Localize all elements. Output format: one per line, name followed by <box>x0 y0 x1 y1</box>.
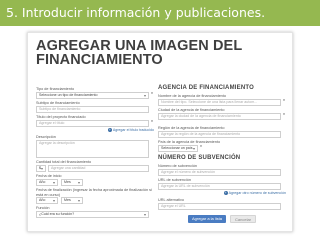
subvention-url-input[interactable]: Agregar la URL de subvención <box>158 183 281 190</box>
required-marker: * <box>200 145 202 151</box>
funding-subtype-input[interactable]: Subtipo de financiamiento <box>36 106 149 113</box>
start-month-select[interactable]: Mes <box>61 179 83 186</box>
funding-details-column: Tipo de financiamiento Seleccione un tip… <box>36 85 154 219</box>
end-month-select[interactable]: Mes <box>61 197 83 205</box>
start-year-select[interactable]: Año <box>36 179 58 186</box>
required-marker: * <box>283 113 285 119</box>
funding-agency-column: AGENCIA DE FINANCIAMIENTO Nombre de la a… <box>158 85 286 223</box>
panel-heading-line2: FINANCIAMIENTO <box>36 52 163 68</box>
plus-icon: + <box>223 191 228 195</box>
slide-title: 5. Introducir información y publicacione… <box>0 0 320 26</box>
currency-select[interactable]: $ <box>36 165 46 172</box>
agency-section-title: AGENCIA DE FINANCIAMIENTO <box>158 85 255 91</box>
project-title-input[interactable]: Agregar el título <box>36 120 149 127</box>
required-marker: * <box>151 92 153 98</box>
role-select[interactable]: ¿Cuál era su función? <box>36 211 149 219</box>
agency-city-input[interactable]: Agregar la ciudad de la agencia de finan… <box>158 113 281 120</box>
required-marker: * <box>283 99 285 105</box>
end-date-label: Fecha de finalización (ingresar la fecha… <box>36 188 152 197</box>
add-subvention-label: Agregar otro número de subvención <box>228 191 286 195</box>
add-to-list-button[interactable]: Agregar a la lista <box>187 215 226 223</box>
required-marker: * <box>151 120 153 126</box>
add-funding-panel: AGREGAR UNA IMAGEN DEL FINANCIAMIENTO Ti… <box>27 32 293 232</box>
funding-type-select[interactable]: Seleccione un tipo de financiamiento <box>36 92 149 99</box>
end-year-select[interactable]: Año <box>36 197 58 205</box>
agency-name-input[interactable]: Nombre del tipo. Seleccione de una lista… <box>158 99 281 106</box>
alt-url-input[interactable]: Agregar el URL <box>158 203 281 210</box>
add-translated-title-label: Agregar el título traducido <box>112 128 154 132</box>
panel-heading-line1: AGREGAR UNA IMAGEN DEL <box>36 38 243 54</box>
add-subvention-link[interactable]: + Agregar otro número de subvención <box>158 190 286 196</box>
cancel-button[interactable]: Cancelar <box>230 215 257 223</box>
agency-region-input[interactable]: Agregar la región de la agencia de finan… <box>158 131 281 138</box>
plus-icon: + <box>107 128 112 132</box>
description-textarea[interactable]: Agregar la descripción <box>36 140 149 158</box>
amount-input[interactable]: Agregar una cantidad <box>48 165 149 172</box>
subvention-section-title: NÚMERO DE SUBVENCIÓN <box>158 155 241 161</box>
panel-heading: AGREGAR UNA IMAGEN DEL FINANCIAMIENTO <box>36 38 276 68</box>
add-translated-title-link[interactable]: + Agregar el título traducido <box>36 127 154 133</box>
agency-country-select[interactable]: Seleccionar un país <box>158 145 198 152</box>
subvention-number-input[interactable]: Agregar el número de subvención <box>158 169 281 176</box>
